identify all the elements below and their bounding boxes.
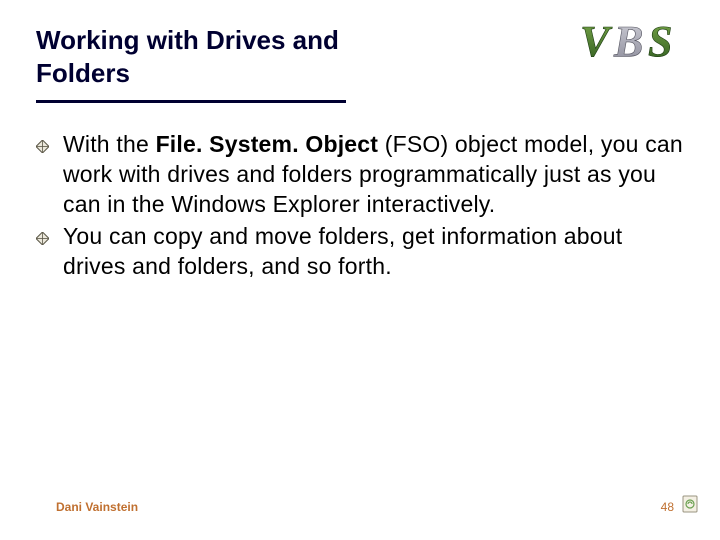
list-item: You can copy and move folders, get infor… xyxy=(36,222,690,282)
svg-text:V: V xyxy=(580,17,613,66)
text-prefix: With the xyxy=(63,131,156,157)
bullet-text: You can copy and move folders, get infor… xyxy=(63,222,690,282)
page-number: 48 xyxy=(661,500,674,514)
text-bold: File. System. Object xyxy=(156,131,379,157)
text-suffix: You can copy and move folders, get infor… xyxy=(63,223,622,279)
slide-title: Working with Drives and Folders xyxy=(36,24,436,89)
svg-text:B: B xyxy=(613,17,643,66)
title-underline xyxy=(36,100,346,103)
bullet-icon xyxy=(36,140,49,158)
vbs-logo: V B S xyxy=(578,16,688,73)
author-label: Dani Vainstein xyxy=(56,500,138,514)
slide-body: With the File. System. Object (FSO) obje… xyxy=(36,130,690,283)
bullet-icon xyxy=(36,232,49,250)
list-item: With the File. System. Object (FSO) obje… xyxy=(36,130,690,220)
footer-icon xyxy=(682,495,698,518)
bullet-text: With the File. System. Object (FSO) obje… xyxy=(63,130,690,220)
svg-text:S: S xyxy=(648,17,672,66)
